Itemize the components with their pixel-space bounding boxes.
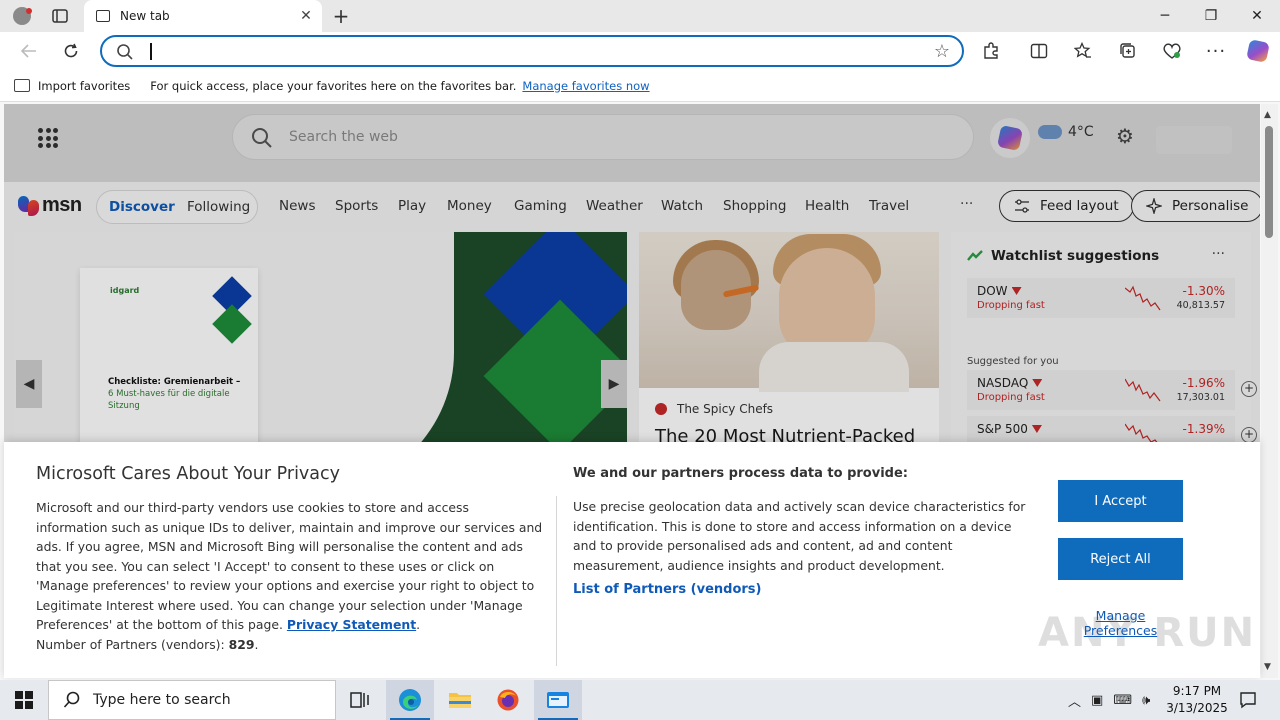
collections-button[interactable] bbox=[1113, 37, 1143, 65]
notification-icon bbox=[1240, 692, 1256, 709]
tab-new-tab[interactable]: New tab ✕ bbox=[84, 0, 322, 32]
close-window-button[interactable]: ✕ bbox=[1234, 0, 1280, 32]
browser-essentials-button[interactable] bbox=[1157, 37, 1187, 65]
tab-actions-icon[interactable] bbox=[48, 6, 72, 26]
volume-icon[interactable]: 🕪 bbox=[1142, 693, 1150, 708]
address-input[interactable] bbox=[152, 41, 912, 63]
puzzle-icon bbox=[984, 42, 998, 59]
navigation-bar: ☆ ··· bbox=[0, 32, 1280, 70]
taskbar: Type here to search ︿ ▣ ⌨ 🕪 9:17 PM 3/13… bbox=[0, 680, 1280, 720]
copilot-icon bbox=[1246, 39, 1270, 63]
copilot-button[interactable] bbox=[1243, 37, 1273, 65]
notification-center-button[interactable] bbox=[1236, 688, 1260, 712]
manage-preferences-link[interactable]: Manage Preferences bbox=[1058, 608, 1183, 638]
profile-button[interactable] bbox=[8, 4, 36, 28]
split-screen-button[interactable] bbox=[1024, 37, 1054, 65]
privacy-body: Microsoft and our third-party vendors us… bbox=[36, 500, 543, 652]
minimize-button[interactable]: ─ bbox=[1142, 0, 1188, 32]
privacy-title: Microsoft Cares About Your Privacy bbox=[36, 464, 340, 484]
scroll-up-icon[interactable]: ▲ bbox=[1264, 110, 1271, 120]
title-bar: New tab ✕ + ─ ❐ ✕ bbox=[0, 0, 1280, 32]
app-window-icon bbox=[547, 692, 569, 708]
tab-page-icon bbox=[96, 10, 110, 22]
reject-all-button[interactable]: Reject All bbox=[1058, 538, 1183, 580]
tray-chevron-up-icon[interactable]: ︿ bbox=[1068, 691, 1081, 710]
privacy-statement-link[interactable]: Privacy Statement bbox=[287, 617, 416, 632]
firefox-icon bbox=[497, 689, 519, 711]
more-dots-icon: ··· bbox=[1205, 40, 1227, 62]
taskbar-search[interactable]: Type here to search bbox=[48, 680, 336, 720]
clock-time: 9:17 PM bbox=[1172, 684, 1222, 698]
tab-title: New tab bbox=[120, 9, 170, 23]
refresh-icon bbox=[64, 43, 78, 58]
system-tray: ︿ ▣ ⌨ 🕪 bbox=[1068, 680, 1150, 720]
taskbar-edge[interactable] bbox=[386, 680, 434, 720]
windows-logo-icon bbox=[15, 691, 33, 709]
tray-device-icon[interactable]: ▣ bbox=[1091, 693, 1103, 708]
partners-count: 829 bbox=[228, 636, 255, 652]
privacy-divider bbox=[556, 496, 557, 666]
favorites-bar-message: For quick access, place your favorites h… bbox=[150, 78, 517, 93]
list-of-partners-link[interactable]: List of Partners (vendors) bbox=[573, 582, 761, 597]
accept-button[interactable]: I Accept bbox=[1058, 480, 1183, 522]
back-arrow-icon bbox=[21, 44, 36, 58]
address-bar[interactable]: ☆ bbox=[100, 35, 964, 67]
import-favorites-label: Import favorites bbox=[38, 78, 131, 93]
notification-dot bbox=[26, 8, 32, 14]
collections-icon bbox=[1120, 43, 1135, 58]
restore-button[interactable]: ❐ bbox=[1188, 0, 1234, 32]
taskbar-app-window[interactable] bbox=[534, 680, 582, 720]
task-view-button[interactable] bbox=[336, 680, 384, 720]
search-icon bbox=[63, 691, 80, 708]
network-icon[interactable]: ⌨ bbox=[1113, 693, 1132, 708]
import-favorites-button[interactable]: Import favorites bbox=[14, 79, 130, 93]
settings-menu-button[interactable]: ··· bbox=[1201, 37, 1231, 65]
privacy-consent-banner: Microsoft Cares About Your Privacy Micro… bbox=[4, 442, 1260, 678]
favorite-star-icon[interactable]: ☆ bbox=[934, 41, 950, 62]
scrollbar-thumb[interactable] bbox=[1265, 126, 1273, 238]
content-dim-overlay bbox=[4, 104, 1260, 442]
manage-favorites-link[interactable]: Manage favorites now bbox=[522, 79, 649, 93]
favorites-icon bbox=[1074, 42, 1091, 58]
privacy-purposes-body: Use precise geolocation data and activel… bbox=[573, 499, 1026, 573]
split-screen-icon bbox=[1030, 43, 1048, 59]
folder-icon bbox=[449, 693, 471, 708]
taskbar-clock[interactable]: 9:17 PM 3/13/2025 bbox=[1164, 683, 1230, 717]
clock-date: 3/13/2025 bbox=[1166, 701, 1228, 715]
start-button[interactable] bbox=[0, 680, 48, 720]
refresh-button[interactable] bbox=[56, 37, 86, 65]
scroll-down-icon[interactable]: ▼ bbox=[1264, 662, 1271, 672]
extensions-button[interactable] bbox=[976, 37, 1006, 65]
taskbar-file-explorer[interactable] bbox=[436, 680, 484, 720]
import-icon bbox=[14, 79, 30, 92]
favorites-bar: Import favorites For quick access, place… bbox=[0, 70, 1280, 102]
page-scrollbar[interactable]: ▲ ▼ bbox=[1261, 104, 1278, 678]
partners-count-label: Number of Partners (vendors): bbox=[36, 636, 225, 652]
privacy-body-text: Microsoft and our third-party vendors us… bbox=[36, 500, 543, 632]
edge-icon bbox=[399, 689, 421, 711]
taskbar-search-placeholder: Type here to search bbox=[93, 692, 231, 708]
back-button[interactable] bbox=[14, 37, 44, 65]
new-tab-button[interactable]: + bbox=[328, 4, 354, 28]
privacy-purposes-title: We and our partners process data to prov… bbox=[573, 466, 908, 481]
tab-close-icon[interactable]: ✕ bbox=[294, 4, 318, 28]
heartbeat-icon bbox=[1163, 43, 1181, 59]
task-view-icon bbox=[350, 692, 369, 708]
taskbar-firefox[interactable] bbox=[484, 680, 532, 720]
favorites-button[interactable] bbox=[1068, 37, 1098, 65]
search-icon bbox=[117, 44, 133, 60]
